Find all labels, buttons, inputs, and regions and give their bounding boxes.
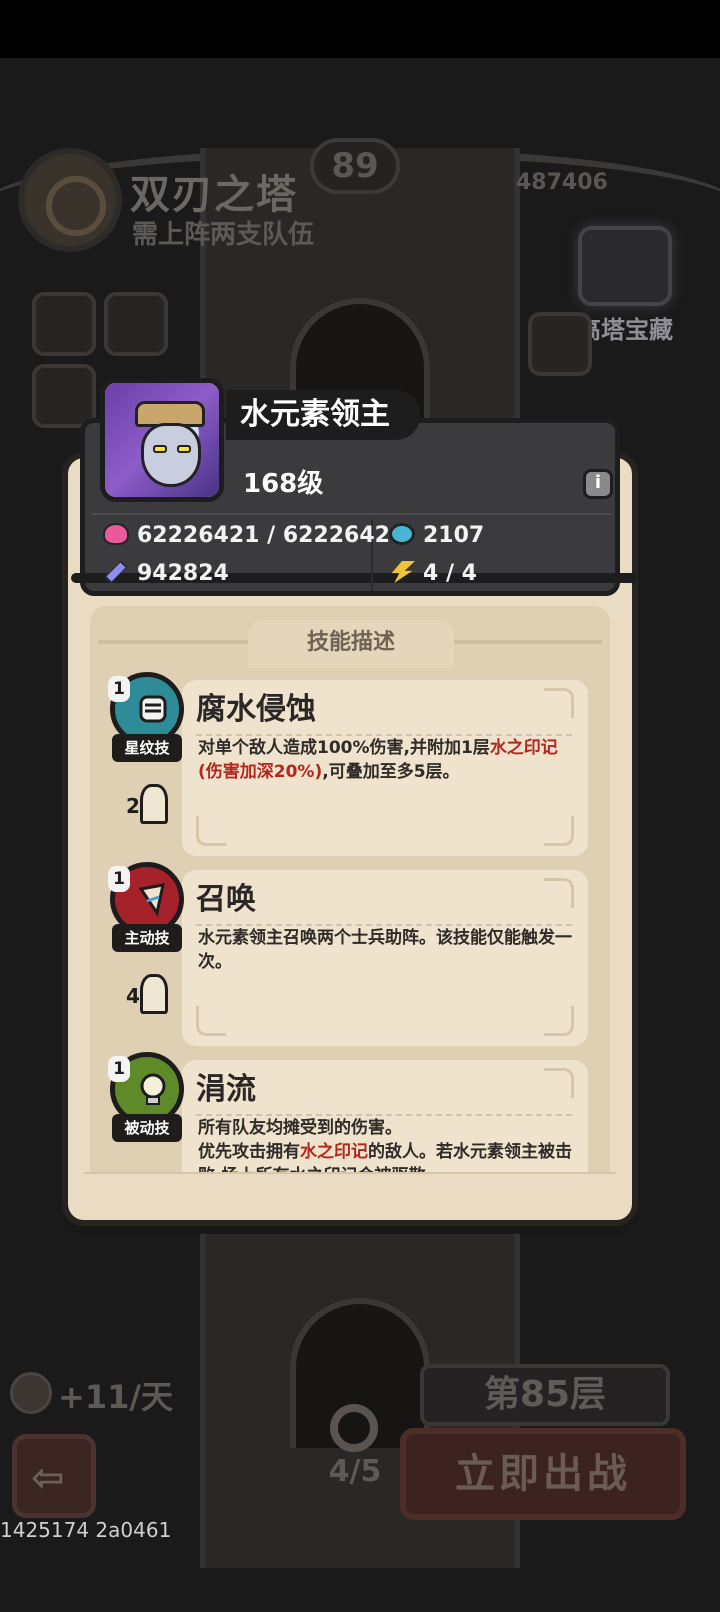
stat-defense: 2107 bbox=[389, 523, 484, 555]
stat-defense-value: 2107 bbox=[423, 523, 485, 548]
treasure-chest-icon bbox=[578, 226, 672, 306]
chess-knight-icon bbox=[140, 784, 168, 824]
horn-glyph bbox=[138, 883, 165, 917]
unlock-level: 2 bbox=[126, 794, 140, 818]
portrait-face bbox=[141, 423, 201, 487]
desc-text: ,可叠加至多5层。 bbox=[322, 762, 460, 782]
card-corner bbox=[544, 1006, 574, 1036]
skill-description: 水元素领主召唤两个士兵助阵。该技能仅能触发一次。 bbox=[198, 926, 578, 974]
card-corner bbox=[196, 816, 226, 846]
modal-bottom-edge bbox=[84, 1172, 616, 1208]
skill-list-clip: 1 被动技 涓流 所有队友均摊受到的伤害。 优先攻击拥有水之印记的敌人。若水元素… bbox=[100, 1052, 602, 1178]
tower-subtitle: 需上阵两支队伍 bbox=[132, 220, 315, 250]
heart-icon bbox=[103, 523, 129, 545]
skill-type-tag: 被动技 bbox=[112, 1114, 182, 1142]
sword-icon bbox=[104, 560, 128, 584]
portrait-eye bbox=[177, 445, 191, 453]
desc-highlight: 水之印记 bbox=[300, 1142, 368, 1162]
fist-glyph bbox=[139, 695, 167, 723]
tower-emblem-icon bbox=[18, 148, 122, 252]
skill-rank: 1 bbox=[108, 866, 130, 892]
skill-item: 1 星纹技 2 腐水侵蚀 对单个敌人造成100%伤害,并附加1层水之印记(伤害加… bbox=[100, 672, 602, 858]
key-icon bbox=[330, 1404, 378, 1452]
skill-rank: 1 bbox=[108, 676, 130, 702]
lightning-icon bbox=[391, 561, 415, 583]
skill-type-tag: 星纹技 bbox=[112, 734, 182, 762]
decor-line-right bbox=[452, 640, 602, 644]
desc-text: 水元素领主召唤两个士兵助阵。该技能仅能触发一次。 bbox=[198, 928, 572, 972]
fight-now-button[interactable]: 立即出战 bbox=[400, 1428, 686, 1520]
stat-speed: 4 / 4 bbox=[389, 561, 477, 593]
skill-description: 对单个敌人造成100%伤害,并附加1层水之印记(伤害加深20%),可叠加至多5层… bbox=[198, 736, 578, 784]
desc-text: 对单个敌人造成100%伤害,并附加1层 bbox=[198, 738, 490, 758]
skill-description: 所有队友均摊受到的伤害。 优先攻击拥有水之印记的敌人。若水元素领主被击败,场上所… bbox=[198, 1116, 578, 1178]
chess-knight-icon bbox=[140, 974, 168, 1014]
hero-card: 168级 i 62226421 / 62226421 942824 2107 4… bbox=[71, 378, 637, 596]
skill-name: 涓流 bbox=[196, 1072, 256, 1107]
stats-divider bbox=[91, 513, 611, 515]
key-counter: 4/5 bbox=[300, 1398, 410, 1489]
stat-hp: 62226421 / 62226421 bbox=[103, 523, 405, 555]
card-corner bbox=[544, 878, 574, 908]
skill-type-tag: 主动技 bbox=[112, 924, 182, 952]
skill-item: 1 主动技 4 召唤 水元素领主召唤两个士兵助阵。该技能仅能触发一次。 bbox=[100, 862, 602, 1048]
skill-name: 腐水侵蚀 bbox=[196, 692, 316, 727]
card-corner bbox=[196, 1006, 226, 1036]
info-button[interactable]: i bbox=[583, 469, 613, 499]
skill-unlock: 2 bbox=[126, 784, 176, 828]
card-corner bbox=[544, 816, 574, 846]
tower-title: 双刃之塔 bbox=[130, 172, 298, 218]
back-button[interactable]: ⇦ bbox=[12, 1434, 96, 1518]
stat-hp-value: 62226421 / 62226421 bbox=[137, 523, 406, 548]
gear-coin-icon bbox=[10, 1372, 52, 1414]
bulb-glyph bbox=[140, 1073, 166, 1105]
decor-line-left bbox=[98, 640, 248, 644]
build-id: 1425174 2a0461 bbox=[0, 1518, 172, 1542]
hero-portrait bbox=[100, 378, 224, 502]
side-reward-slot bbox=[528, 312, 592, 376]
stat-attack-value: 942824 bbox=[137, 561, 229, 586]
side-reward-slot bbox=[32, 292, 96, 356]
section-title: 技能描述 bbox=[248, 620, 454, 668]
side-reward-slot bbox=[104, 292, 168, 356]
card-corner bbox=[544, 688, 574, 718]
status-bar bbox=[0, 0, 720, 58]
enemy-power: 487406 bbox=[516, 170, 608, 195]
arrow-left-icon: ⇦ bbox=[31, 1455, 65, 1501]
shield-icon bbox=[389, 523, 415, 545]
current-floor-label: 第85层 bbox=[420, 1364, 670, 1426]
unlock-level: 4 bbox=[126, 984, 140, 1008]
income-text: +11/天 bbox=[58, 1378, 174, 1416]
key-count: 4/5 bbox=[328, 1454, 382, 1489]
floor-number-badge: 89 bbox=[310, 138, 400, 194]
hero-name: 水元素领主 bbox=[226, 390, 420, 440]
skill-item: 1 被动技 涓流 所有队友均摊受到的伤害。 优先攻击拥有水之印记的敌人。若水元素… bbox=[100, 1052, 602, 1178]
stat-speed-value: 4 / 4 bbox=[423, 561, 477, 586]
skill-unlock: 4 bbox=[126, 974, 176, 1018]
portrait-eye bbox=[153, 445, 167, 453]
skill-rank: 1 bbox=[108, 1056, 130, 1082]
card-corner bbox=[544, 1068, 574, 1098]
hero-level: 168级 bbox=[243, 469, 324, 499]
skill-name: 召唤 bbox=[196, 882, 256, 917]
stat-attack: 942824 bbox=[103, 560, 229, 593]
